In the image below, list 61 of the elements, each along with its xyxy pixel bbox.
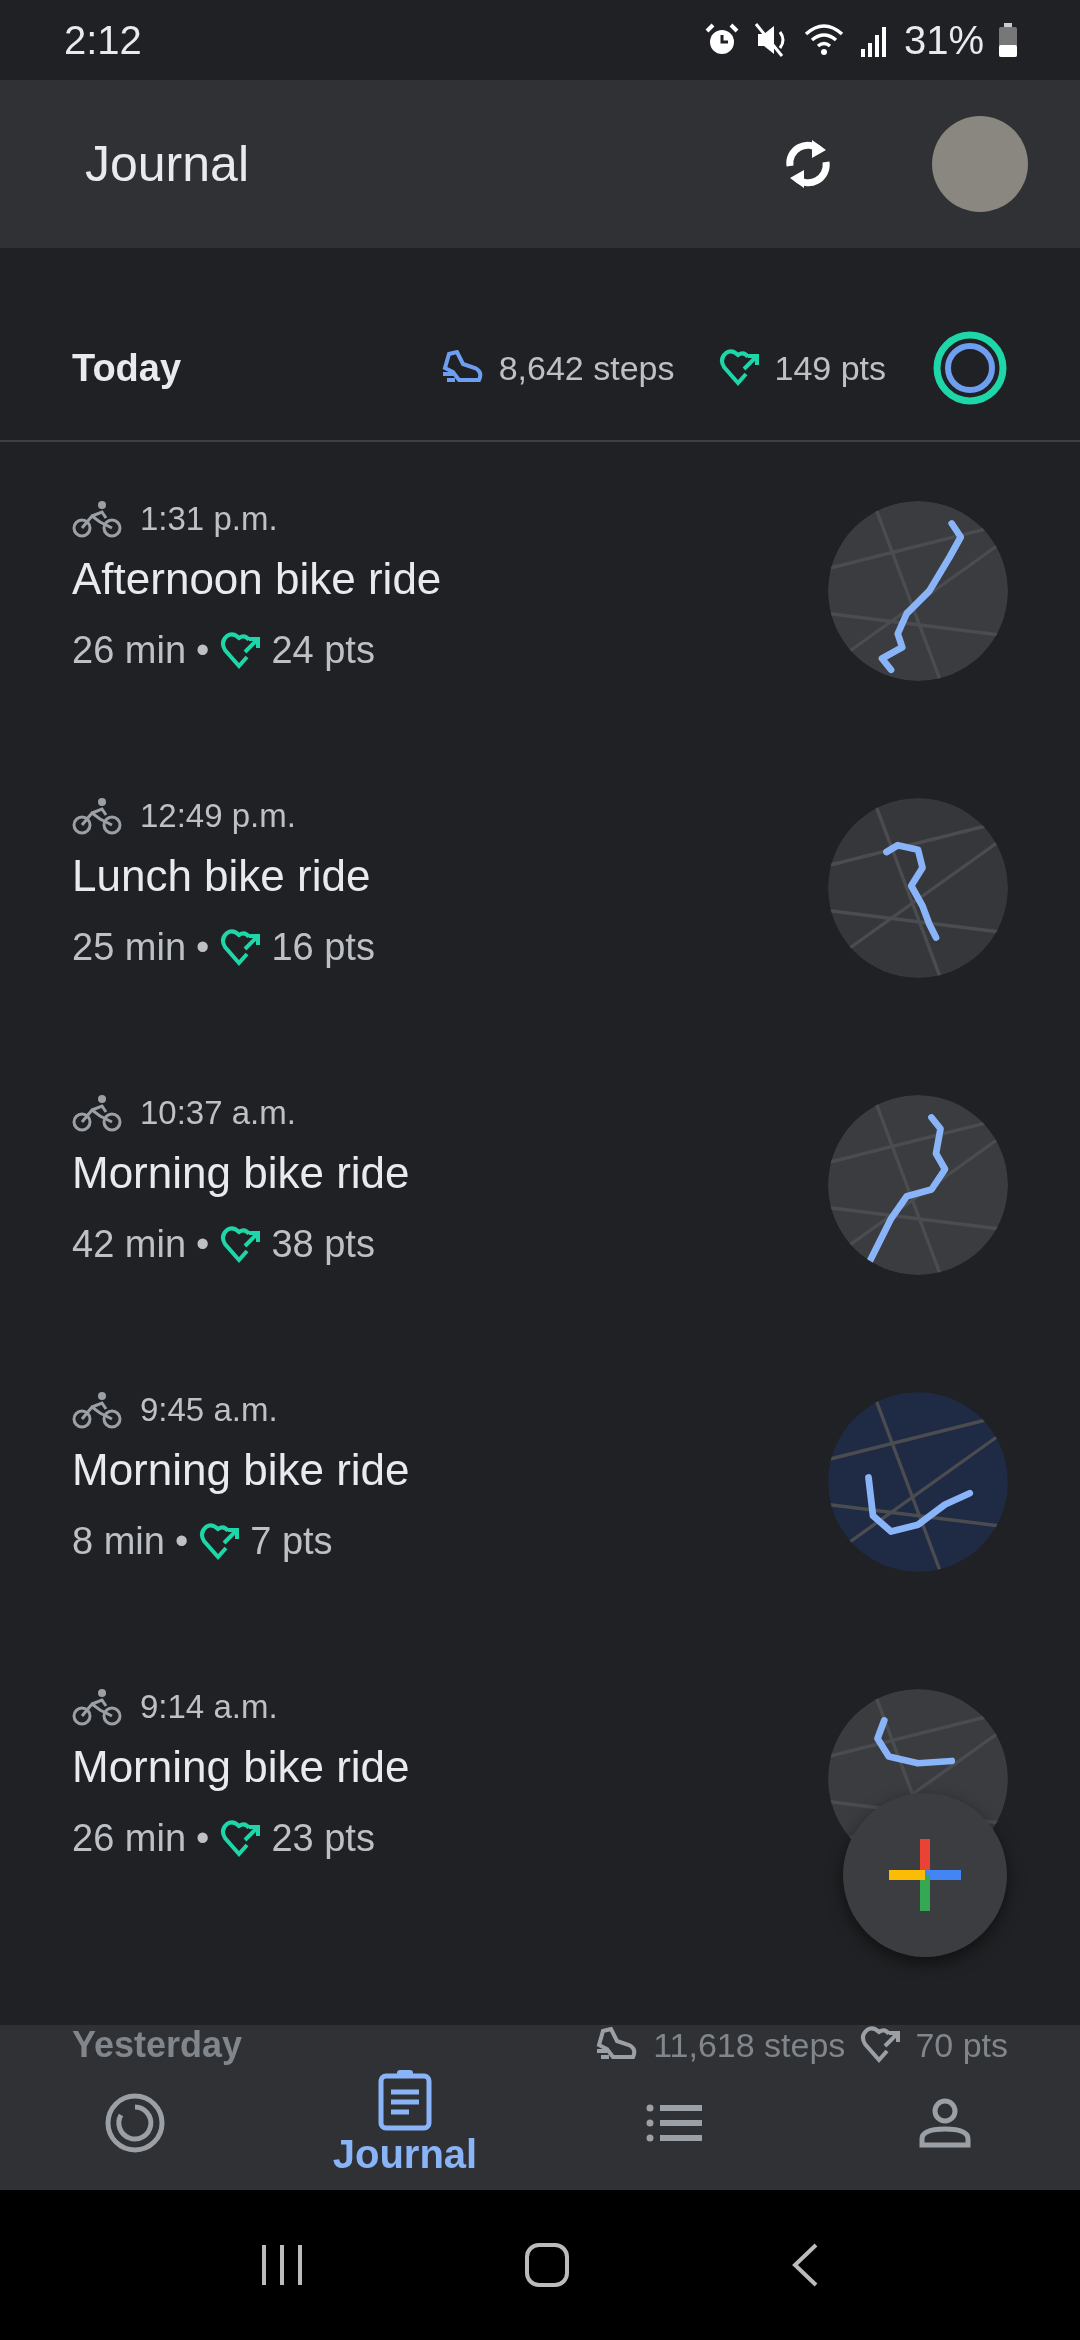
goal-rings-icon: [932, 330, 1008, 406]
separator-dot: •: [196, 629, 210, 672]
activity-entry[interactable]: 10:37 a.m. Morning bike ride 42 min • 38 pts: [0, 1036, 1080, 1333]
clock-time: 2:12: [64, 17, 142, 63]
activity-points: 38 pts: [271, 1223, 375, 1266]
steps-count: 8,642 steps: [498, 348, 675, 388]
separator-dot: •: [174, 1520, 189, 1563]
activity-title: Morning bike ride: [72, 1740, 411, 1793]
activity-time: 12:49 p.m.: [140, 796, 296, 835]
heart-points-icon: [219, 928, 262, 967]
wifi-icon: [803, 22, 846, 58]
app-bar-title: Journal: [85, 135, 250, 193]
clipboard-icon: [377, 2068, 433, 2132]
bike-icon: [72, 1390, 122, 1429]
heart-points-icon: [219, 1819, 262, 1858]
back-icon[interactable]: [790, 2242, 820, 2288]
activity-time: 9:45 a.m.: [140, 1390, 278, 1429]
activity-time: 9:14 a.m.: [140, 1687, 278, 1726]
day-label: Today: [72, 346, 183, 390]
activity-duration: 26 min: [72, 629, 187, 672]
heart-points: 149 pts: [774, 348, 886, 388]
profile-icon: [919, 2096, 971, 2149]
activity-entry[interactable]: 12:49 p.m. Lunch bike ride 25 min • 16 pts: [0, 739, 1080, 1036]
separator-dot: •: [196, 1223, 210, 1266]
activity-entry[interactable]: 1:31 p.m. Afternoon bike ride 26 min • 24 pts: [0, 442, 1080, 739]
activity-points: 24 pts: [271, 629, 375, 672]
steps-count: 11,618 steps: [653, 2025, 846, 2065]
day-label: Yesterday: [72, 2024, 244, 2066]
activity-title: Morning bike ride: [72, 1443, 411, 1496]
battery-icon: [998, 23, 1018, 57]
battery-percentage: 31%: [903, 17, 984, 63]
activity-duration: 26 min: [72, 1817, 187, 1860]
activity-time: 10:37 a.m.: [140, 1093, 296, 1132]
bike-icon: [72, 499, 122, 538]
activity-duration: 25 min: [72, 926, 187, 969]
nav-tab[interactable]: Journal: [270, 2065, 540, 2190]
heart-points-icon: [859, 2026, 902, 2064]
activity-duration: 8 min: [72, 1520, 165, 1563]
bike-icon: [72, 1093, 122, 1132]
heart-points-icon: [718, 349, 761, 387]
activity-title: Afternoon bike ride: [72, 552, 443, 605]
separator-dot: •: [196, 926, 210, 969]
home-icon[interactable]: [524, 2242, 570, 2288]
heart-points: 70 pts: [915, 2025, 1008, 2065]
recent-apps-icon[interactable]: [260, 2243, 304, 2287]
activity-title: Lunch bike ride: [72, 849, 372, 902]
activity-entry[interactable]: 9:45 a.m. Morning bike ride 8 min • 7 pts: [0, 1333, 1080, 1630]
activity-title: Morning bike ride: [72, 1146, 411, 1199]
activity-points: 23 pts: [271, 1817, 375, 1860]
bike-icon: [72, 796, 122, 835]
activity-time: 1:31 p.m.: [140, 499, 278, 538]
separator-dot: •: [196, 1817, 210, 1860]
list-icon: [646, 2102, 704, 2143]
heart-points-icon: [219, 1225, 262, 1264]
activity-duration: 42 min: [72, 1223, 187, 1266]
bike-icon: [72, 1687, 122, 1726]
heart-points-icon: [198, 1522, 241, 1561]
plus-icon: [889, 1839, 961, 1911]
activity-points: 16 pts: [271, 926, 375, 969]
activity-points: 7 pts: [250, 1520, 333, 1563]
heart-points-icon: [219, 631, 262, 670]
